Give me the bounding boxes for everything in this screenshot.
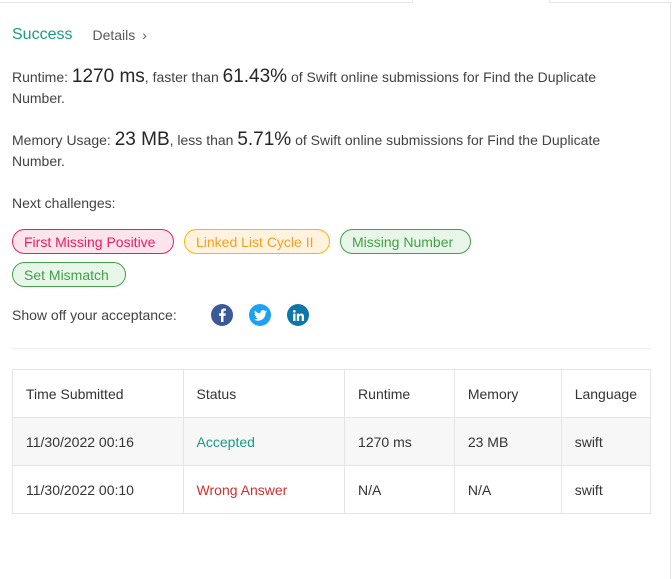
twitter-icon[interactable] [249,304,271,326]
runtime-value: 1270 ms [71,66,145,87]
challenge-chip[interactable]: First Missing Positive [12,229,174,254]
runtime-cell: 1270 ms [344,417,455,466]
runtime-cell: N/A [344,465,455,514]
details-label: Details [92,27,136,43]
challenge-chip[interactable]: Set Mismatch [12,262,126,287]
memory-stat: Memory Usage: 23 MB, less than 5.71% of … [12,129,652,172]
column-header[interactable]: Runtime [344,369,455,418]
details-link[interactable]: Details › [92,27,146,43]
memory-cell: 23 MB [453,417,562,466]
runtime-label: Runtime: [12,69,72,85]
time-submitted-cell: 11/30/2022 00:16 [12,417,184,466]
result-header: Success Details › [12,26,147,44]
active-tab[interactable] [412,0,550,3]
language-cell: swift [560,417,652,466]
table-row[interactable]: 11/30/2022 00:16 Accepted 1270 ms 23 MB … [12,417,652,466]
tab-strip-border [550,2,672,3]
tab-strip-border [0,2,412,3]
table-header-row: Time Submitted Status Runtime Memory Lan… [12,369,652,418]
challenge-chip[interactable]: Missing Number [340,229,471,254]
share-label: Show off your acceptance: [12,307,177,323]
runtime-mid: , faster than [144,69,223,85]
section-divider [12,348,651,349]
runtime-percent: 61.43% [222,66,288,87]
status-link[interactable]: Wrong Answer [182,465,346,514]
submissions-table: Time Submitted Status Runtime Memory Lan… [12,369,652,514]
share-row: Show off your acceptance: [12,304,325,326]
column-header[interactable]: Memory [453,369,562,418]
memory-cell: N/A [453,465,562,514]
linkedin-icon[interactable] [287,304,309,326]
memory-percent: 5.71% [237,129,292,150]
column-header[interactable]: Status [182,369,346,418]
result-status: Success [12,26,73,43]
next-challenges-label: Next challenges: [12,195,116,211]
column-header[interactable]: Time Submitted [12,369,184,418]
challenge-chip[interactable]: Linked List Cycle II [184,229,330,254]
memory-label: Memory Usage: [12,132,115,148]
chevron-right-icon: › [142,27,147,43]
runtime-stat: Runtime: 1270 ms, faster than 61.43% of … [12,66,652,109]
panel-divider [670,3,671,579]
status-link[interactable]: Accepted [182,417,346,466]
facebook-icon[interactable] [211,304,233,326]
column-header[interactable]: Language [560,369,652,418]
memory-value: 23 MB [114,129,170,150]
table-row[interactable]: 11/30/2022 00:10 Wrong Answer N/A N/A sw… [12,465,652,514]
memory-mid: , less than [169,132,238,148]
language-cell: swift [560,465,652,514]
tab-strip [0,0,672,3]
time-submitted-cell: 11/30/2022 00:10 [12,465,184,514]
